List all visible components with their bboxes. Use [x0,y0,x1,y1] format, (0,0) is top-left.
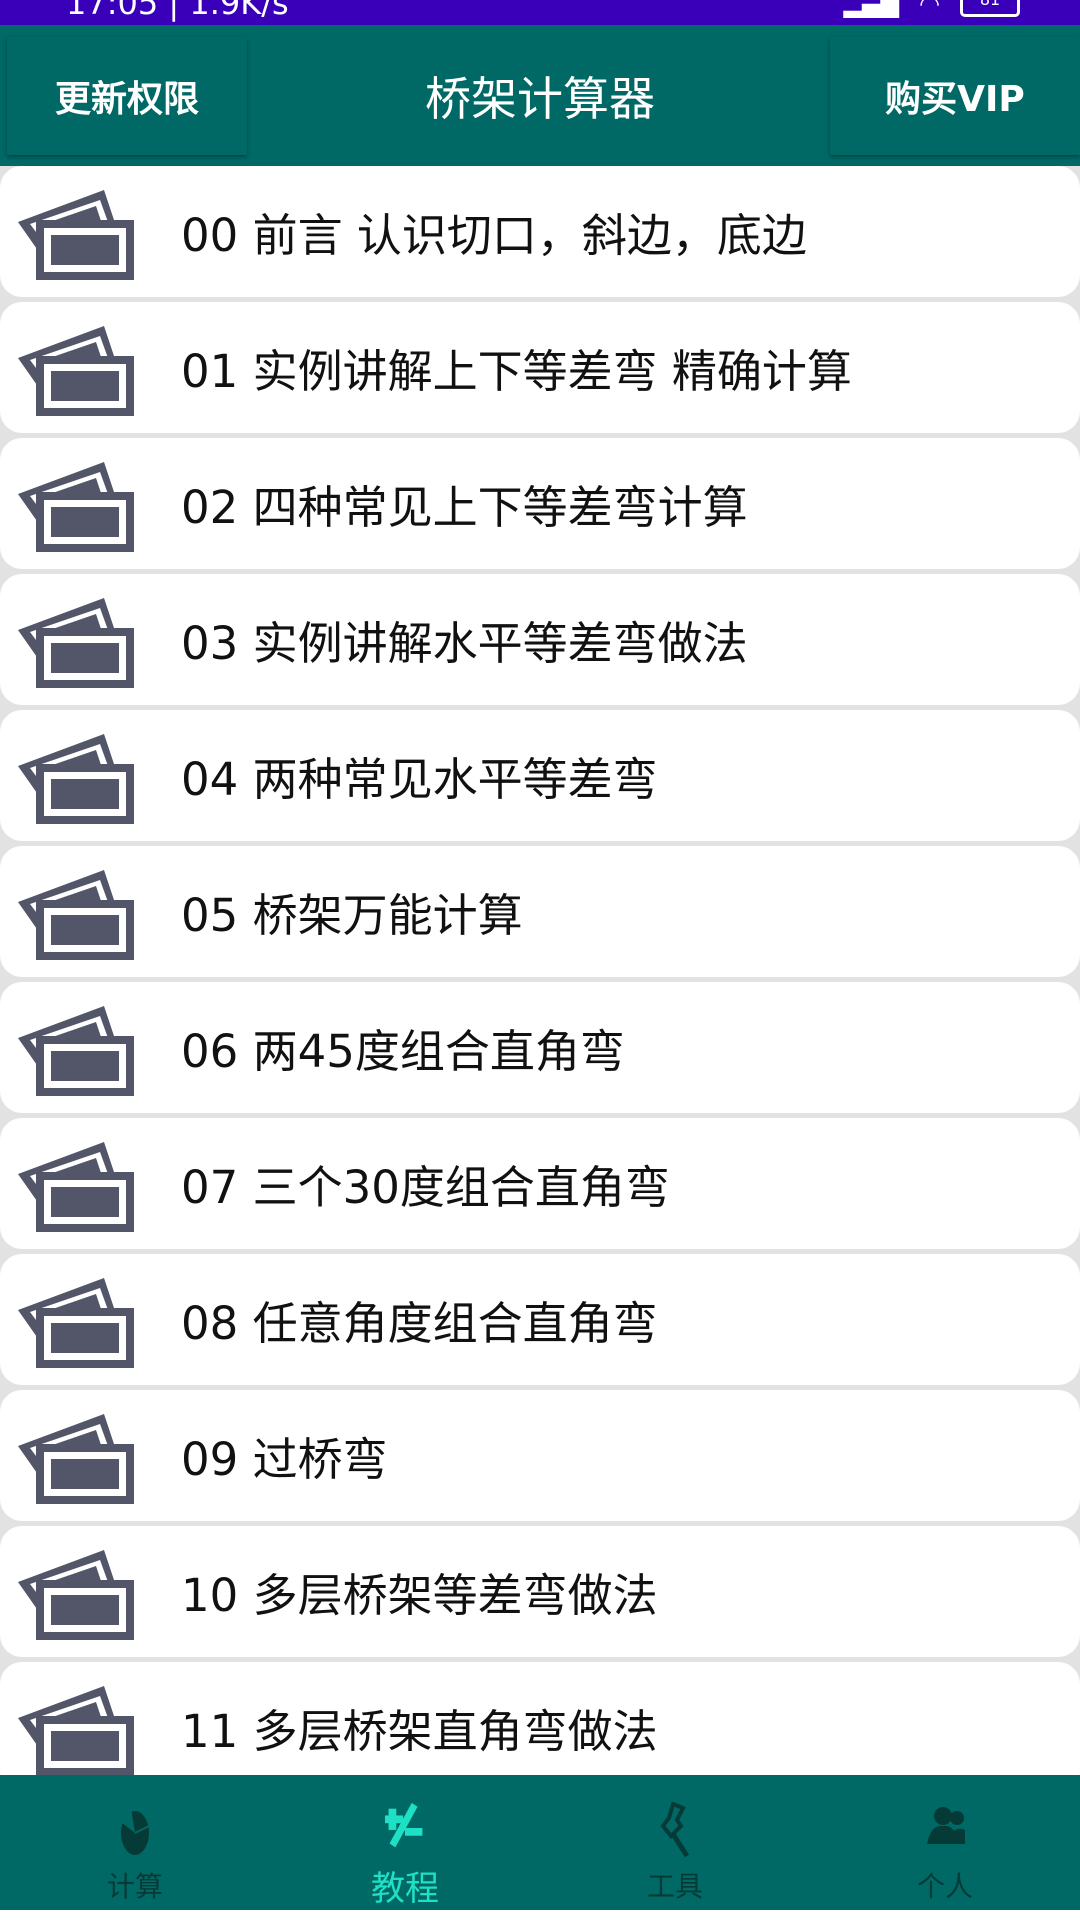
list-item[interactable]: 03 实例讲解水平等差弯做法 [0,574,1080,705]
status-bar: 17:05 | 1.9K/s ▂▄▆ ◠ 81 [0,0,1080,25]
list-item[interactable]: 08 任意角度组合直角弯 [0,1254,1080,1385]
list-item-label: 10 多层桥架等差弯做法 [181,1569,658,1622]
pie-chart-icon [121,1808,150,1855]
photos-icon [18,326,134,416]
list-item-label: 06 两45度组合直角弯 [181,1025,625,1078]
list-item[interactable]: 07 三个30度组合直角弯 [0,1118,1080,1249]
tab-tools[interactable]: 工具 [540,1775,810,1910]
list-item-label: 11 多层桥架直角弯做法 [181,1705,658,1758]
list-item-label: 00 前言 认识切口，斜边，底边 [181,209,807,262]
list-item-label: 07 三个30度组合直角弯 [181,1161,670,1214]
status-time-speed: 17:05 | 1.9K/s [66,0,289,22]
list-item-label: 02 四种常见上下等差弯计算 [181,481,748,534]
list-item[interactable]: 01 实例讲解上下等差弯 精确计算 [0,302,1080,433]
photos-icon [18,1142,134,1232]
signal-icon: ▂▄▆ [843,0,900,18]
update-permission-button[interactable]: 更新权限 [7,37,247,155]
tab-calculate[interactable]: 计算 [0,1775,270,1910]
list-item-label: 01 实例讲解上下等差弯 精确计算 [181,345,852,398]
list-item-label: 08 任意角度组合直角弯 [181,1297,658,1350]
tab-profile[interactable]: 个人 [810,1775,1080,1910]
bottom-nav: 计算 教程 工具 个人 [0,1775,1080,1910]
bottom-strip [0,1910,1080,1920]
app-header: 桥架计算器 更新权限 购买VIP [0,25,1080,166]
tab-label: 工具 [646,1870,703,1903]
list-item[interactable]: 10 多层桥架等差弯做法 [0,1526,1080,1657]
photos-icon [18,1550,134,1640]
battery-icon: 81 [960,0,1020,17]
tab-tutorial[interactable]: 教程 [270,1775,540,1910]
photos-icon [18,870,134,960]
list-item[interactable]: 04 两种常见水平等差弯 [0,710,1080,841]
list-item[interactable]: 11 多层桥架直角弯做法 [0,1662,1080,1776]
photos-icon [18,1414,134,1504]
list-item[interactable]: 06 两45度组合直角弯 [0,982,1080,1113]
plus-minus-icon [385,1802,423,1848]
photos-icon [18,1278,134,1368]
list-item[interactable]: 00 前言 认识切口，斜边，底边 [0,166,1080,297]
photos-icon [18,1686,134,1776]
list-item-label: 05 桥架万能计算 [181,889,523,942]
tab-label: 个人 [916,1870,973,1903]
photos-icon [18,190,134,280]
wifi-icon: ◠ [919,0,940,18]
wrench-icon [660,1801,690,1858]
tutorial-list[interactable]: 00 前言 认识切口，斜边，底边 01 实例讲解上下等差弯 精确计算 02 四种常见… [0,166,1080,1776]
photos-icon [18,734,134,824]
buy-vip-button[interactable]: 购买VIP [830,37,1080,155]
list-item-label: 03 实例讲解水平等差弯做法 [181,617,748,670]
photos-icon [18,1006,134,1096]
photos-icon [18,598,134,688]
tab-label: 教程 [371,1869,439,1909]
list-item[interactable]: 02 四种常见上下等差弯计算 [0,438,1080,569]
list-item[interactable]: 05 桥架万能计算 [0,846,1080,977]
list-item[interactable]: 09 过桥弯 [0,1390,1080,1521]
tab-label: 计算 [106,1870,163,1903]
list-item-label: 09 过桥弯 [181,1433,388,1486]
list-item-label: 04 两种常见水平等差弯 [181,753,658,806]
users-icon [927,1807,965,1844]
photos-icon [18,462,134,552]
